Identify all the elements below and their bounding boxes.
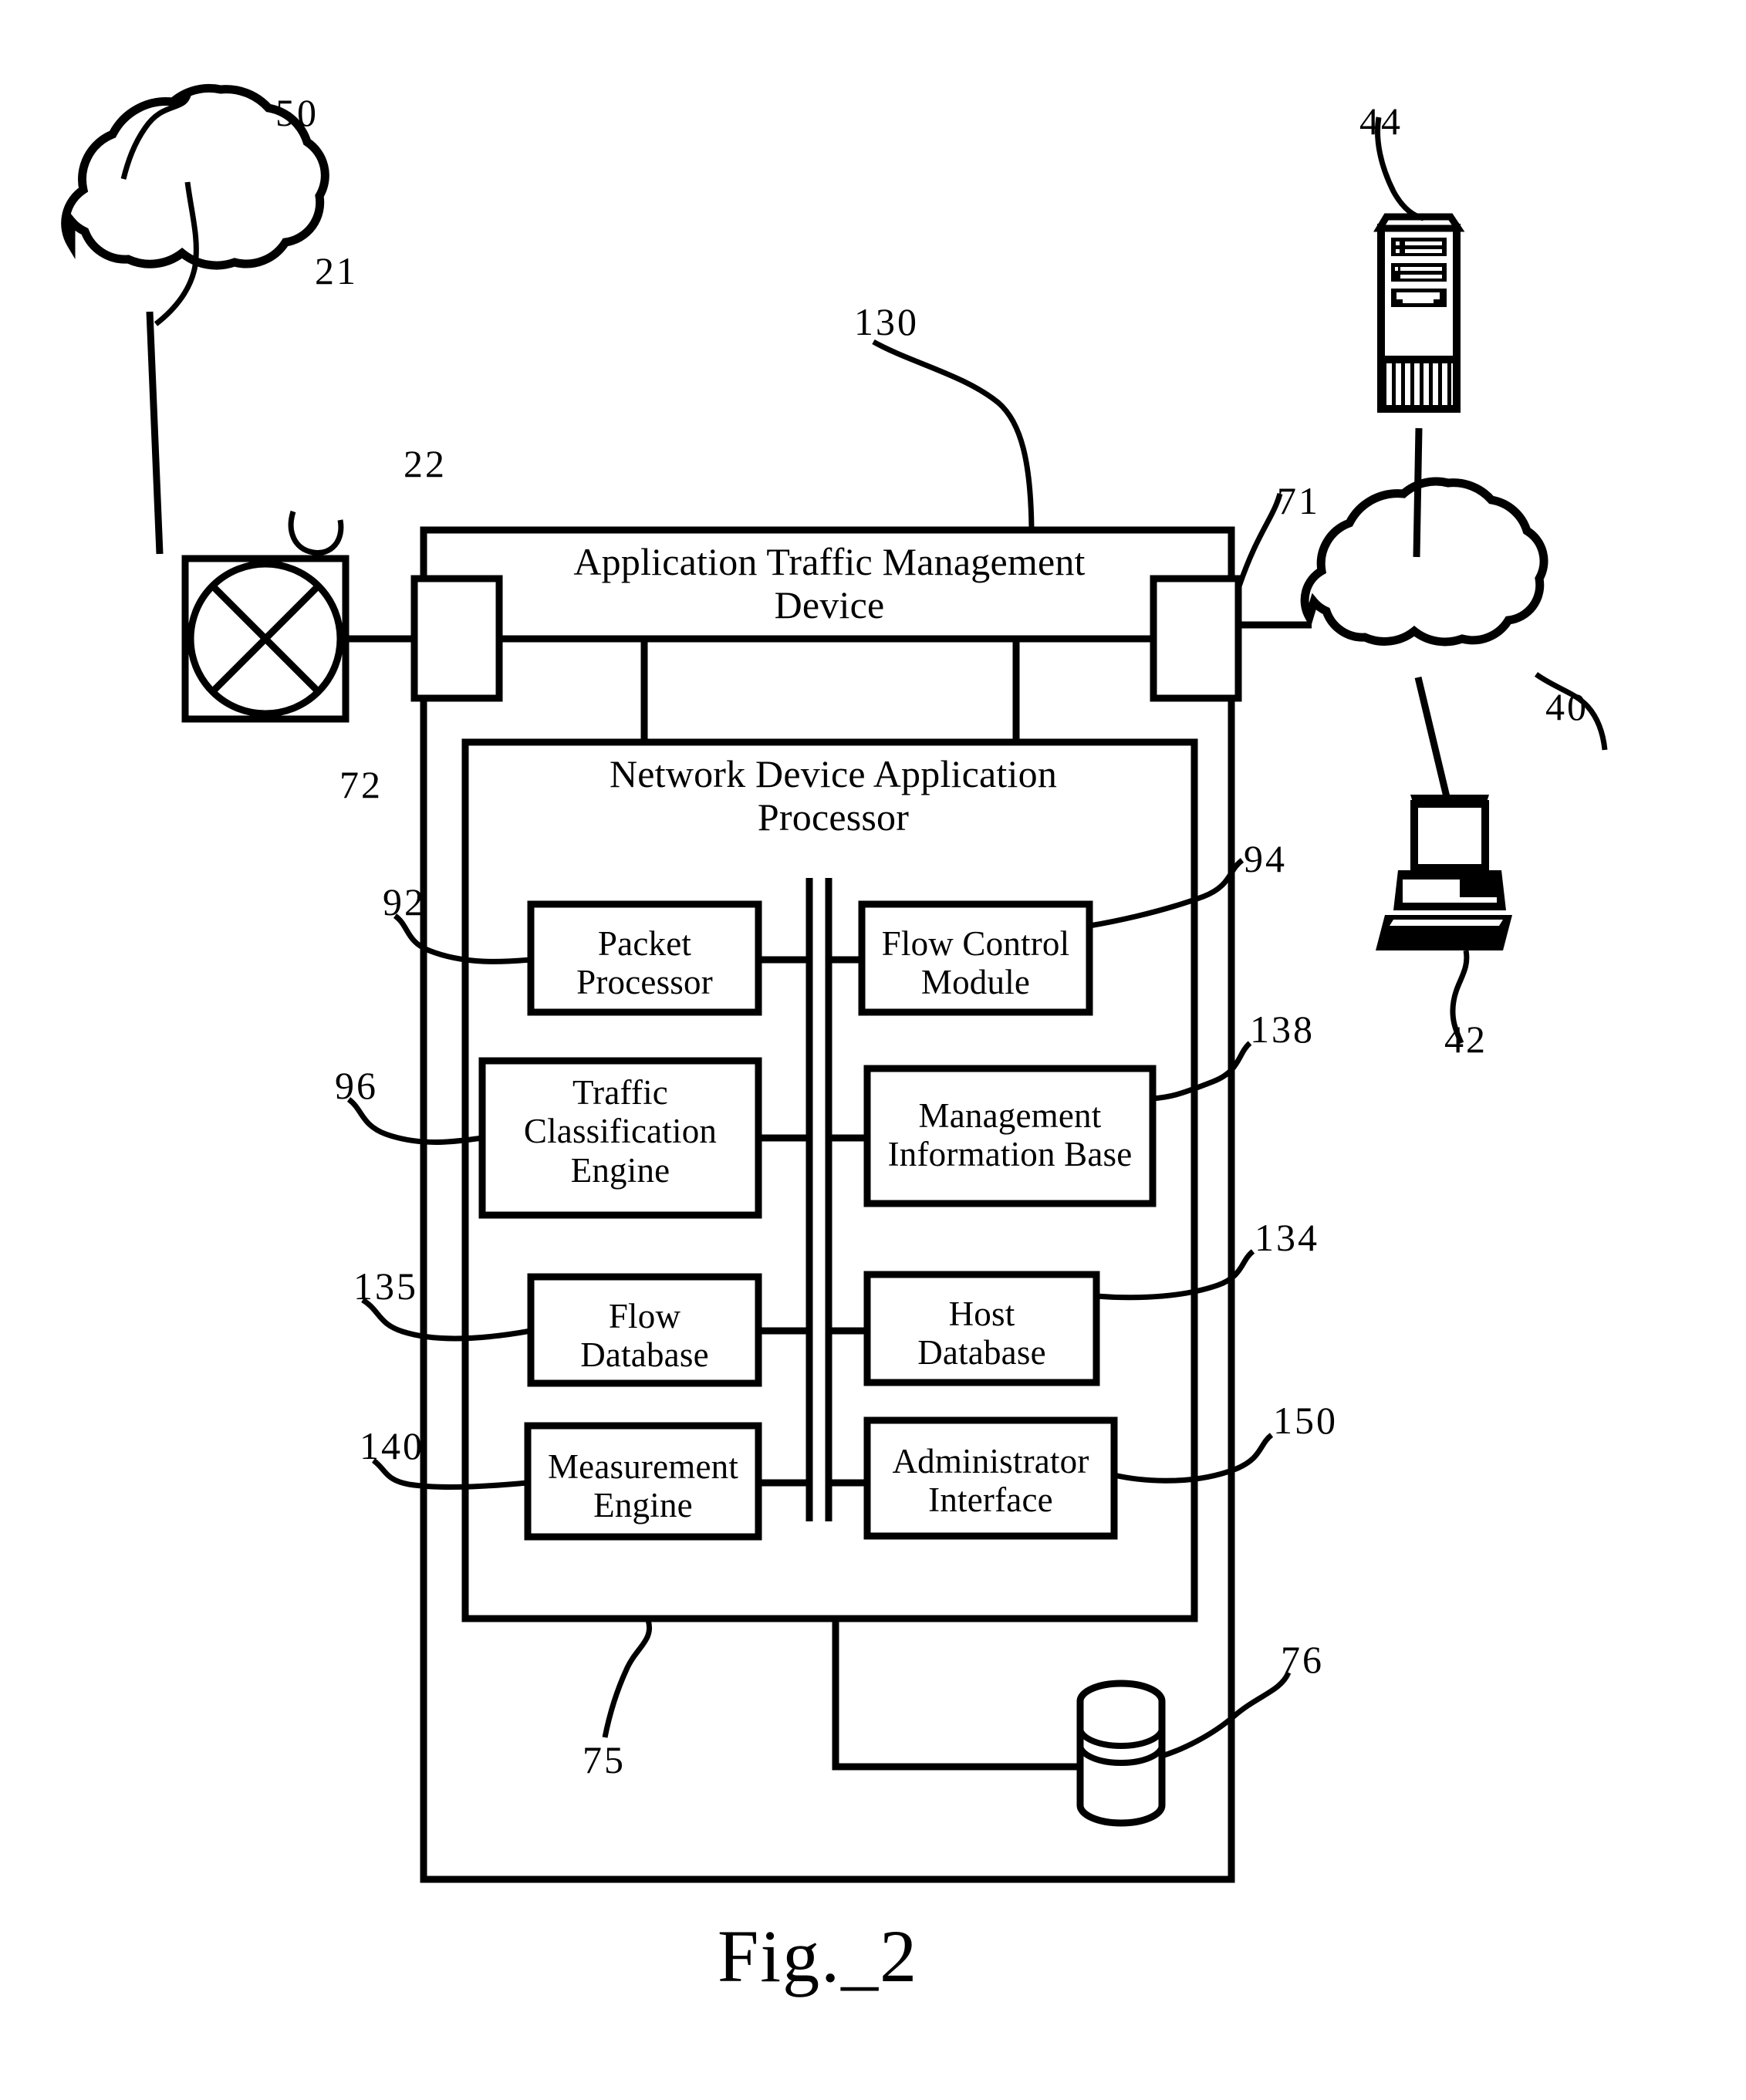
ref-numeral-134: 134: [1255, 1216, 1319, 1259]
ref-numeral-42: 42: [1444, 1018, 1488, 1061]
processor-title: Network Device Application Processor: [609, 752, 1058, 839]
computer-icon-42-monitor: [1410, 800, 1489, 872]
ref-numeral-138: 138: [1250, 1008, 1315, 1051]
ref-numeral-75: 75: [583, 1738, 626, 1781]
ref-numeral-40: 40: [1545, 685, 1589, 728]
ref-numeral-96: 96: [335, 1064, 378, 1107]
ref-numeral-21: 21: [315, 249, 358, 292]
figure-caption: Fig._2: [718, 1915, 919, 1997]
cloud-icon-40: [1300, 477, 1548, 647]
module-label-flow-database: Flow Database: [580, 1297, 709, 1375]
ref-numeral-72: 72: [339, 763, 383, 806]
ref-numeral-71: 71: [1277, 479, 1320, 522]
ref-numeral-140: 140: [360, 1424, 424, 1467]
module-label-traffic-classification-engine: Traffic Classification Engine: [523, 1073, 718, 1190]
ref-numeral-22: 22: [404, 442, 447, 485]
lead-line-71: [1235, 493, 1283, 606]
ref-numeral-135: 135: [353, 1264, 418, 1308]
link-cloud40-computer42: [1414, 676, 1451, 802]
computer-icon-42-keyboard-inner: [1390, 920, 1503, 926]
lead-line-130: [872, 339, 1035, 530]
ref-numeral-50: 50: [275, 91, 319, 134]
link-cloud50-router22: [146, 311, 164, 555]
outer-device-title: Application Traffic Management Device: [573, 540, 1086, 626]
module-label-host-database: Host Database: [917, 1295, 1046, 1372]
ref-numeral-44: 44: [1359, 100, 1403, 143]
ref-numeral-94: 94: [1244, 837, 1287, 880]
patent-figure-page: Application Traffic Management Device Ne…: [0, 0, 1746, 2100]
module-label-flow-control-module: Flow Control Module: [881, 924, 1070, 1002]
link-server44-cloud40: [1413, 427, 1423, 558]
ref-numeral-150: 150: [1273, 1399, 1338, 1442]
ref-numeral-92: 92: [383, 880, 426, 923]
ref-numeral-76: 76: [1281, 1638, 1324, 1681]
computer-icon-42-base-block: [1460, 880, 1497, 897]
module-label-packet-processor: Packet Processor: [576, 924, 713, 1002]
lead-line-22: [288, 510, 344, 555]
ref-numeral-130: 130: [854, 300, 919, 343]
module-label-administrator-interface: Administrator Interface: [892, 1442, 1089, 1520]
module-label-measurement-engine: Measurement Engine: [547, 1447, 739, 1525]
module-label-management-information-base: Management Information Base: [887, 1096, 1133, 1174]
computer-icon-42-monitor-top: [1410, 795, 1489, 807]
